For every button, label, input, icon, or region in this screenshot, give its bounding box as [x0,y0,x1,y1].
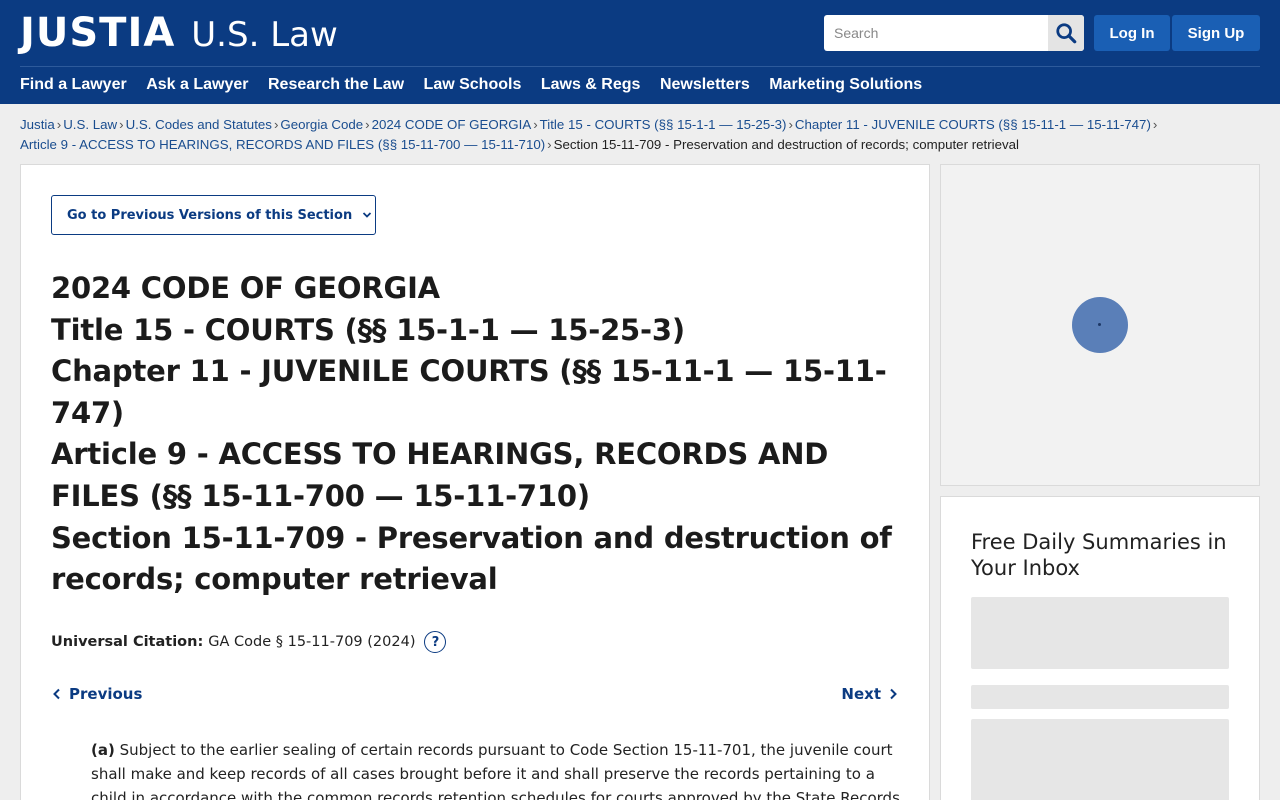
title-code: 2024 CODE OF GEORGIA [51,271,440,305]
chevron-right-icon [890,688,897,700]
search-input[interactable] [824,15,1048,51]
justia-logo[interactable]: JUSTIA U.S. Law [20,10,338,56]
citation-label: Universal Citation: [51,634,204,650]
nav-research-the-law[interactable]: Research the Law [268,74,404,96]
breadcrumb: Justia › U.S. Law › U.S. Codes and Statutes ›… [20,115,1260,155]
logo-sub-text: U.S. Law [191,15,338,55]
universal-citation: Universal Citation: GA Code § 15-11-709 … [51,630,447,654]
breadcrumb-link-2024-code[interactable]: 2024 CODE OF GEORGIA [372,117,532,132]
spinner-dot [1098,323,1101,326]
breadcrumb-separator: › [547,137,552,152]
title-article: Article 9 - ACCESS TO HEARINGS, RECORDS … [51,437,829,513]
breadcrumb-separator: › [365,117,370,132]
chevron-down-icon [363,212,372,218]
breadcrumb-separator: › [119,117,124,132]
statute-text: (a) Subject to the earlier sealing of ce… [91,738,901,800]
paragraph-label: (a) [91,741,115,759]
previous-versions-button[interactable]: Go to Previous Versions of this Section [51,195,376,235]
nav-marketing-solutions[interactable]: Marketing Solutions [769,74,922,96]
logo-main-text: JUSTIA [20,10,176,56]
loading-placeholder [971,719,1229,800]
title-chapter: Chapter 11 - JUVENILE COURTS (§§ 15-11-1… [51,354,887,430]
search-box [824,15,1084,51]
ad-placeholder [940,164,1260,486]
main-nav: Find a Lawyer Ask a Lawyer Research the … [20,74,942,96]
loading-placeholder [971,597,1229,669]
breadcrumb-link-article-9[interactable]: Article 9 - ACCESS TO HEARINGS, RECORDS … [20,137,545,152]
breadcrumb-link-georgia-code[interactable]: Georgia Code [280,117,363,132]
previous-versions-label: Go to Previous Versions of this Section [67,207,353,223]
breadcrumb-current: Section 15-11-709 - Preservation and des… [553,137,1019,152]
breadcrumb-link-us-law[interactable]: U.S. Law [63,117,117,132]
loading-placeholder [971,685,1229,709]
title-section: Section 15-11-709 - Preservation and des… [51,520,892,597]
newsletter-panel: Free Daily Summaries in Your Inbox [940,496,1260,800]
help-icon[interactable]: ? [424,631,447,653]
nav-ask-a-lawyer[interactable]: Ask a Lawyer [146,74,248,96]
site-header: JUSTIA U.S. Law Log In Sign Up Find a La… [0,0,1280,104]
breadcrumb-link-chapter-11[interactable]: Chapter 11 - JUVENILE COURTS (§§ 15-11-1… [795,117,1151,132]
login-button[interactable]: Log In [1094,15,1170,51]
previous-link[interactable]: Previous [51,685,142,703]
newsletter-title: Free Daily Summaries in Your Inbox [971,530,1227,580]
nav-newsletters[interactable]: Newsletters [660,74,750,96]
breadcrumb-separator: › [56,117,62,132]
breadcrumb-link-us-codes[interactable]: U.S. Codes and Statutes [126,117,272,132]
breadcrumb-link-title-15[interactable]: Title 15 - COURTS (§§ 15-1-1 — 15-25-3) [540,117,787,132]
chevron-left-icon [53,688,60,700]
breadcrumb-separator: › [533,117,538,132]
next-link[interactable]: Next [841,685,899,703]
previous-label: Previous [69,685,143,703]
breadcrumb-separator: › [788,117,793,132]
nav-law-schools[interactable]: Law Schools [424,74,522,96]
signup-button[interactable]: Sign Up [1172,15,1260,51]
nav-divider [20,66,1260,67]
nav-laws-and-regs[interactable]: Laws & Regs [541,74,641,96]
loading-spinner [1072,297,1128,353]
nav-find-a-lawyer[interactable]: Find a Lawyer [20,74,127,96]
main-content: Go to Previous Versions of this Section … [20,164,930,800]
breadcrumb-separator: › [273,117,279,132]
search-icon [1056,23,1077,44]
title-title: Title 15 - COURTS (§§ 15-1-1 — 15-25-3) [51,312,685,347]
citation-value: GA Code § 15-11-709 (2024) [208,634,416,650]
page-title: 2024 CODE OF GEORGIA Title 15 - COURTS (… [51,268,901,601]
breadcrumb-link-justia[interactable]: Justia [20,117,55,132]
search-button[interactable] [1048,15,1084,51]
paragraph-text: Subject to the earlier sealing of certai… [91,741,900,800]
breadcrumb-separator: › [1152,117,1158,132]
next-label: Next [841,685,881,703]
